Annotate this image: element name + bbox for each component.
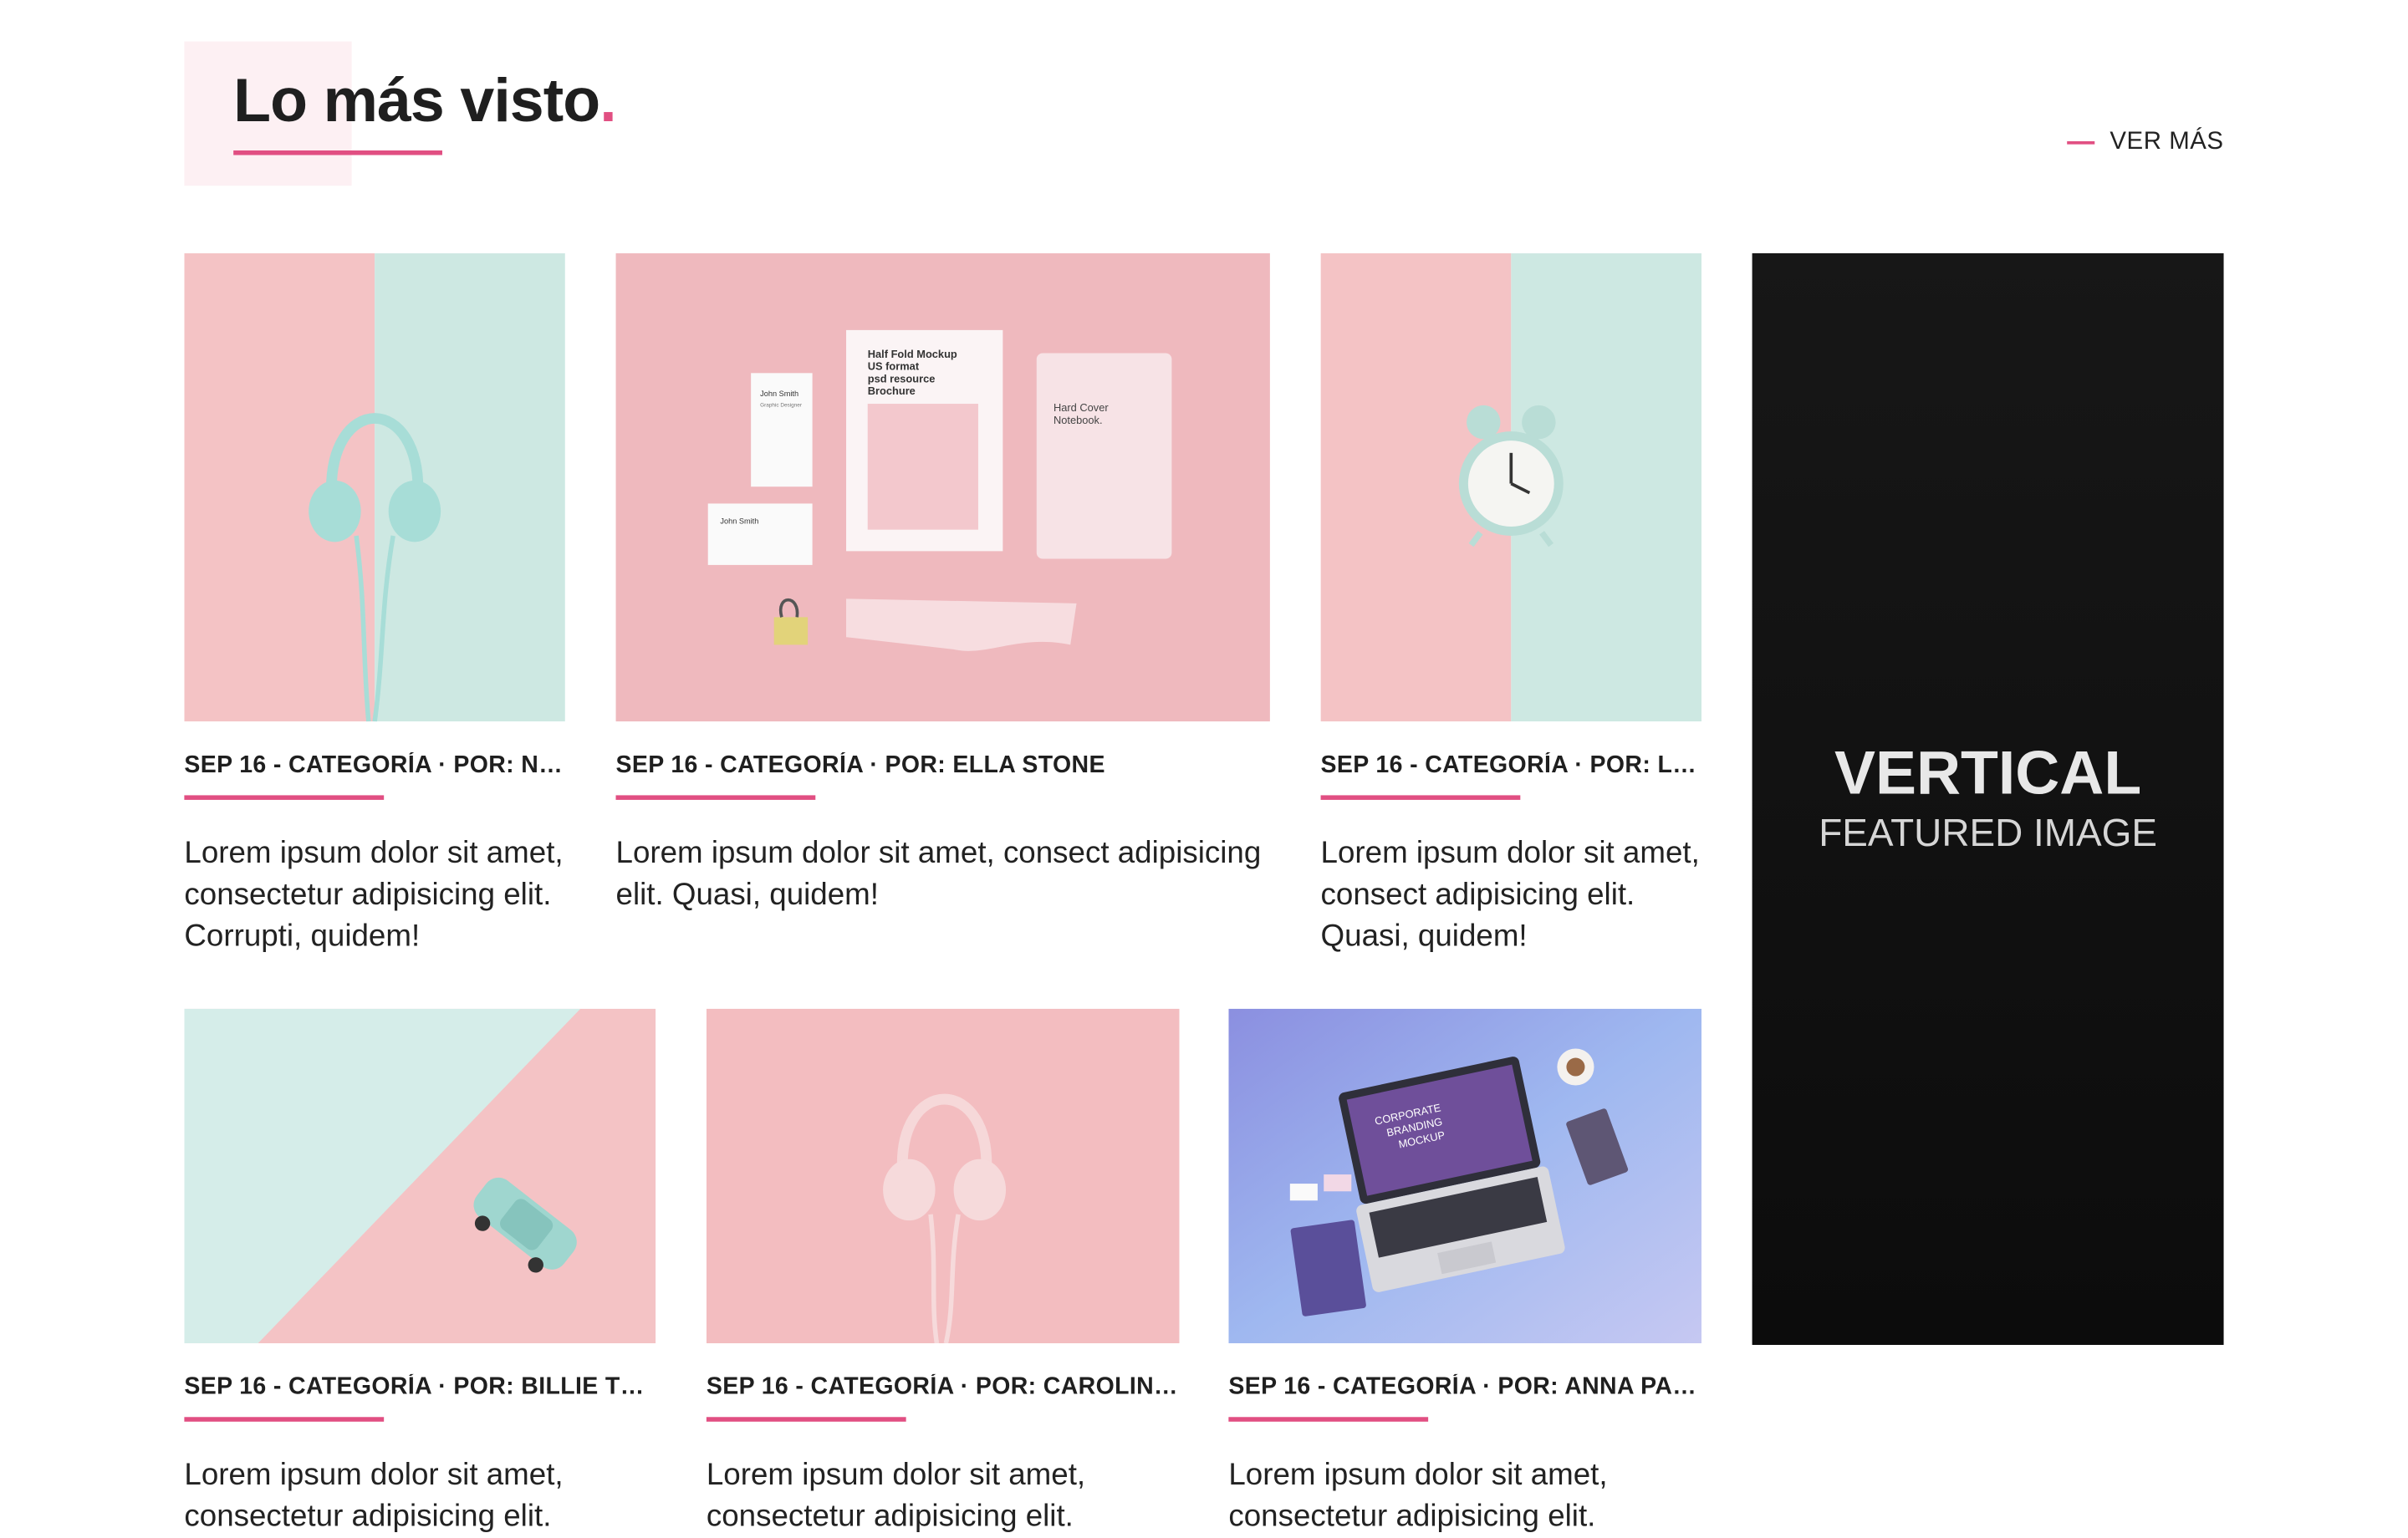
post-meta[interactable]: SEP 16 - CATEGORÍA · POR: NATALIE ROSS — [184, 752, 565, 780]
title-underline — [233, 150, 442, 155]
ver-mas-label: VER MÁS — [2110, 129, 2224, 155]
post-excerpt: Lorem ipsum dolor sit amet, consectetur … — [184, 837, 564, 954]
meta-underline — [184, 795, 385, 800]
post-image-toy-car[interactable] — [184, 1008, 656, 1344]
meta-underline — [1228, 1417, 1429, 1422]
ver-mas-link[interactable]: VER MÁS — [2066, 129, 2224, 156]
featured-line-1: VERTICAL — [1834, 738, 2141, 807]
post-card[interactable]: SEP 16 - CATEGORÍA · POR: LUCY WATSON Lo… — [1320, 253, 1702, 958]
brochure-line-2: US format — [868, 360, 920, 373]
post-image-laptop-mockup[interactable]: CORPORATE BRANDING MOCKUP — [1228, 1008, 1702, 1344]
post-meta[interactable]: SEP 16 - CATEGORÍA · POR: BILLIE THOMPSO… — [184, 1374, 656, 1402]
notebook-line-2: Notebook. — [1054, 414, 1103, 426]
brochure-line-1: Half Fold Mockup — [868, 348, 957, 360]
card-name-text-2: John Smith — [720, 517, 758, 525]
ver-mas-dash — [2066, 140, 2095, 145]
vertical-featured-image[interactable]: VERTICAL FEATURED IMAGE — [1752, 253, 2224, 1345]
post-excerpt: Lorem ipsum dolor sit amet, consectetur … — [706, 1458, 1086, 1534]
post-card[interactable]: CORPORATE BRANDING MOCKUP SEP 16 - CATEG… — [1228, 1008, 1702, 1538]
post-excerpt: Lorem ipsum dolor sit amet, consect adip… — [1320, 837, 1700, 954]
post-image-stationery-mockup[interactable]: John Smith Graphic Designer John Smith H… — [615, 253, 1270, 722]
meta-underline — [615, 795, 816, 800]
post-excerpt: Lorem ipsum dolor sit amet, consectetur … — [1228, 1458, 1608, 1534]
post-card[interactable]: SEP 16 - CATEGORÍA · POR: NATALIE ROSS L… — [184, 253, 565, 958]
post-excerpt: Lorem ipsum dolor sit amet, consect adip… — [615, 837, 1262, 912]
post-meta[interactable]: SEP 16 - CATEGORÍA · POR: ANNA PARKER — [1228, 1374, 1701, 1402]
section-title-dot: . — [599, 67, 616, 135]
featured-line-2: FEATURED IMAGE — [1819, 811, 2157, 854]
meta-underline — [706, 1417, 906, 1422]
notebook-line-1: Hard Cover — [1054, 401, 1109, 414]
post-meta[interactable]: SEP 16 - CATEGORÍA · POR: LUCY WATSON — [1321, 752, 1702, 780]
section-title-text: Lo más visto — [233, 67, 600, 135]
post-card[interactable]: SEP 16 - CATEGORÍA · POR: BILLIE THOMPSO… — [184, 1008, 656, 1538]
post-excerpt: Lorem ipsum dolor sit amet, consectetur … — [184, 1458, 564, 1534]
post-image-pink-headphones[interactable] — [706, 1008, 1180, 1344]
post-card[interactable]: John Smith Graphic Designer John Smith H… — [615, 253, 1270, 916]
meta-underline — [1320, 795, 1521, 800]
post-image-alarm-clock[interactable] — [1320, 253, 1702, 722]
post-meta[interactable]: SEP 16 - CATEGORÍA · POR: ELLA STONE — [616, 752, 1270, 780]
post-image-headphones[interactable] — [184, 253, 565, 722]
post-card[interactable]: SEP 16 - CATEGORÍA · POR: CAROLINE HARRI… — [706, 1008, 1180, 1538]
brochure-line-4: Brochure — [868, 384, 916, 397]
section-title: Lo más visto. — [233, 64, 616, 138]
brochure-line-3: psd resource — [868, 372, 936, 384]
post-meta[interactable]: SEP 16 - CATEGORÍA · POR: CAROLINE HARRI… — [707, 1374, 1180, 1402]
card-role-text: Graphic Designer — [760, 403, 803, 409]
meta-underline — [184, 1417, 385, 1422]
card-name-text: John Smith — [760, 390, 798, 398]
most-viewed-section: Lo más visto. VER MÁS SEP 16 - CATEGORÍA… — [0, 0, 2408, 1534]
